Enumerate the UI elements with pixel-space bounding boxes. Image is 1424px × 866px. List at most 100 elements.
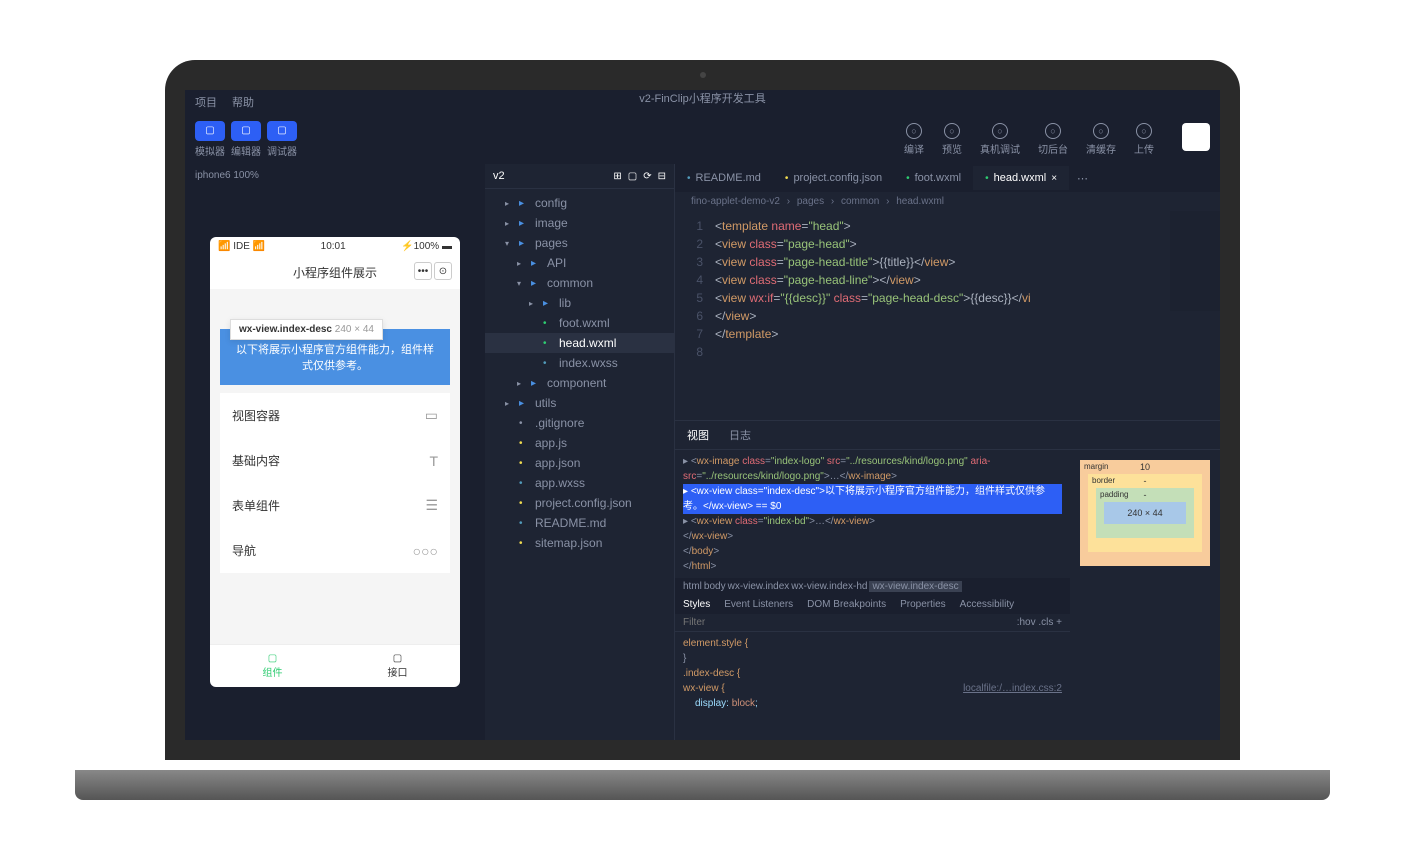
file-tree: ▸▸config▸▸image▾▸pages▸▸API▾▸common▸▸lib… xyxy=(485,189,674,557)
tree-node[interactable]: ▸▸lib xyxy=(485,293,674,313)
main-area: iphone6 100% 📶 IDE 📶 10:01 ⚡100% ▬ 小程序组件… xyxy=(185,164,1220,740)
act-0[interactable]: ○编译 xyxy=(904,123,924,156)
dom-tree[interactable]: ▸ <wx-image class="index-logo" src="../r… xyxy=(675,450,1070,578)
tree-node[interactable]: •app.wxss xyxy=(485,473,674,493)
tree-node[interactable]: •app.json xyxy=(485,453,674,473)
tree-node[interactable]: •README.md xyxy=(485,513,674,533)
crumb[interactable]: fino-applet-demo-v2 xyxy=(691,196,780,207)
styles-pane[interactable]: element.style {}.index-desc {</span></di… xyxy=(675,632,1070,715)
menu-help[interactable]: 帮助 xyxy=(232,94,254,110)
phone-frame: 📶 IDE 📶 10:01 ⚡100% ▬ 小程序组件展示 ••• ⊙ xyxy=(210,237,460,687)
menu-project[interactable]: 项目 xyxy=(195,94,217,110)
editor-tab[interactable]: •README.md xyxy=(675,166,773,190)
tab-more[interactable]: ⋯ xyxy=(1069,172,1096,185)
capsule-buttons: ••• ⊙ xyxy=(414,262,452,280)
devtools-panel: 视图 日志 ▸ <wx-image class="index-logo" src… xyxy=(675,420,1220,740)
sim-item[interactable]: 表单组件☰ xyxy=(220,483,450,528)
bc-item[interactable]: wx-view.index-hd xyxy=(791,581,867,592)
code-line: 6 </view> xyxy=(675,307,1220,325)
tree-node[interactable]: ▸▸image xyxy=(485,213,674,233)
refresh-icon[interactable]: ⟳ xyxy=(643,171,651,182)
crumb[interactable]: common xyxy=(841,196,879,207)
devtools-left: ▸ <wx-image class="index-logo" src="../r… xyxy=(675,450,1070,740)
dom-node[interactable]: ▸ <wx-view class="index-bd">…</wx-view> xyxy=(683,514,1062,529)
dom-node[interactable]: </wx-view> xyxy=(683,529,1062,544)
bc-item[interactable]: html xyxy=(683,581,702,592)
capsule-more[interactable]: ••• xyxy=(414,262,432,280)
code-line: 1<template name="head"> xyxy=(675,217,1220,235)
bc-item[interactable]: wx-view.index-desc xyxy=(869,581,961,592)
editor-tab[interactable]: •head.wxml× xyxy=(973,166,1069,190)
crumb[interactable]: head.wxml xyxy=(896,196,944,207)
act-3[interactable]: ○切后台 xyxy=(1038,123,1068,156)
avatar[interactable] xyxy=(1182,123,1210,151)
new-folder-icon[interactable]: ▢ xyxy=(628,171,637,182)
crumb[interactable]: pages xyxy=(797,196,824,207)
tree-node[interactable]: •index.wxss xyxy=(485,353,674,373)
sim-item[interactable]: 导航○○○ xyxy=(220,528,450,573)
minimap[interactable] xyxy=(1170,211,1220,311)
act-2[interactable]: ○真机调试 xyxy=(980,123,1020,156)
tree-node[interactable]: •project.config.json xyxy=(485,493,674,513)
tree-node[interactable]: ▸▸component xyxy=(485,373,674,393)
capsule-close[interactable]: ⊙ xyxy=(434,262,452,280)
styles-tabs: Styles Event Listeners DOM Breakpoints Prop… xyxy=(675,595,1070,614)
bm-content: 240 × 44 xyxy=(1104,502,1186,524)
st-tab[interactable]: DOM Breakpoints xyxy=(807,599,886,610)
sim-item[interactable]: 视图容器▭ xyxy=(220,393,450,438)
dom-node[interactable]: ▸ <wx-view class="index-desc">以下将展示小程序官方… xyxy=(683,484,1062,514)
dt-tab-view[interactable]: 视图 xyxy=(683,425,713,445)
code-editor[interactable]: 1<template name="head">2 <view class="pa… xyxy=(675,211,1220,420)
dom-node[interactable]: ▸ <wx-image class="index-logo" src="../r… xyxy=(683,454,1062,484)
tree-node[interactable]: •head.wxml xyxy=(485,333,674,353)
tree-node[interactable]: •sitemap.json xyxy=(485,533,674,553)
tb-2[interactable]: ▢调试器 xyxy=(267,121,297,158)
tree-node[interactable]: ▸▸utils xyxy=(485,393,674,413)
editor-tabs: •README.md•project.config.json•foot.wxml… xyxy=(675,164,1220,192)
act-1[interactable]: ○预览 xyxy=(942,123,962,156)
tree-node[interactable]: •app.js xyxy=(485,433,674,453)
sim-item[interactable]: 基础内容T xyxy=(220,438,450,483)
phone-statusbar: 📶 IDE 📶 10:01 ⚡100% ▬ xyxy=(210,237,460,256)
collapse-icon[interactable]: ⊟ xyxy=(658,171,666,182)
editor-tab[interactable]: •project.config.json xyxy=(773,166,894,190)
tree-node[interactable]: •.gitignore xyxy=(485,413,674,433)
tree-node[interactable]: ▸▸config xyxy=(485,193,674,213)
bm-margin-label: margin xyxy=(1084,462,1108,471)
bc-item[interactable]: body xyxy=(704,581,726,592)
filter-actions[interactable]: :hov .cls + xyxy=(1017,617,1062,628)
bc-item[interactable]: wx-view.index xyxy=(728,581,790,592)
tree-node[interactable]: •foot.wxml xyxy=(485,313,674,333)
st-tab[interactable]: Styles xyxy=(683,599,710,610)
phone-tabbar: ▢组件▢接口 xyxy=(210,644,460,687)
code-line: 7</template> xyxy=(675,325,1220,343)
st-tab[interactable]: Properties xyxy=(900,599,946,610)
tb-0[interactable]: ▢模拟器 xyxy=(195,121,225,158)
tb-1[interactable]: ▢编辑器 xyxy=(231,121,261,158)
ph-tab[interactable]: ▢组件 xyxy=(210,645,335,687)
dom-node[interactable]: </html> xyxy=(683,559,1062,574)
new-file-icon[interactable]: ⊞ xyxy=(613,171,621,182)
act-5[interactable]: ○上传 xyxy=(1134,123,1154,156)
dom-node[interactable]: </body> xyxy=(683,544,1062,559)
tree-node[interactable]: ▾▸pages xyxy=(485,233,674,253)
toolbar-right: ○编译 ○预览 ○真机调试 ○切后台 ○清缓存 ○上传 xyxy=(904,123,1210,156)
st-tab[interactable]: Event Listeners xyxy=(724,599,793,610)
devtools-body: ▸ <wx-image class="index-logo" src="../r… xyxy=(675,450,1220,740)
bm-padding-label: padding xyxy=(1100,490,1128,499)
toolbar: ▢模拟器▢编辑器▢调试器 ○编译 ○预览 ○真机调试 ○切后台 ○清缓存 ○上传 xyxy=(185,114,1220,164)
camera-dot xyxy=(700,72,706,78)
act-4[interactable]: ○清缓存 xyxy=(1086,123,1116,156)
filter-input[interactable] xyxy=(683,617,1017,628)
tree-node[interactable]: ▾▸common xyxy=(485,273,674,293)
dt-tab-log[interactable]: 日志 xyxy=(725,425,755,445)
ph-tab[interactable]: ▢接口 xyxy=(335,645,460,687)
styles-filter: :hov .cls + xyxy=(675,614,1070,632)
tree-node[interactable]: ▸▸API xyxy=(485,253,674,273)
simulator-device[interactable]: iphone6 100% xyxy=(185,164,485,187)
code-line: 4 <view class="page-head-line"></view> xyxy=(675,271,1220,289)
devtools-top-tabs: 视图 日志 xyxy=(675,421,1220,450)
inspect-tooltip: wx-view.index-desc 240 × 44 xyxy=(230,319,383,340)
editor-tab[interactable]: •foot.wxml xyxy=(894,166,973,190)
st-tab[interactable]: Accessibility xyxy=(960,599,1014,610)
